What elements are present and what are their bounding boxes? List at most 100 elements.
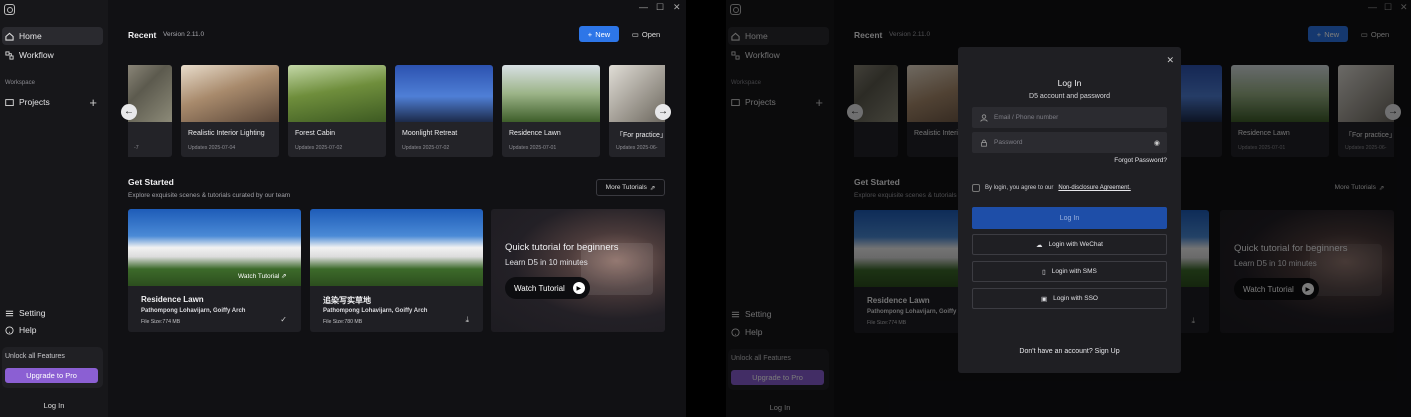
- login-sms-label: Login with SMS: [1051, 268, 1097, 275]
- plus-icon: +: [587, 29, 593, 39]
- password-field[interactable]: ◉: [972, 132, 1167, 153]
- watch-tutorial-label: Watch Tutorial: [514, 283, 565, 293]
- signup-link[interactable]: Don't have an account? Sign Up: [958, 348, 1181, 355]
- phone-icon: ▯: [1042, 268, 1046, 276]
- play-icon: ▶: [572, 282, 585, 294]
- sidebar-item-home[interactable]: Home: [2, 27, 103, 45]
- watch-tutorial-button[interactable]: Watch Tutorial ▶: [505, 277, 590, 299]
- folder-icon: [5, 98, 14, 107]
- scene-thumbnail: [395, 65, 493, 122]
- card-updated: Updates 2025-07-04: [188, 145, 236, 151]
- card-title: Moonlight Retreat: [402, 130, 458, 137]
- new-label: New: [595, 29, 611, 39]
- download-icon[interactable]: ⤓: [465, 315, 469, 325]
- login-submit-button[interactable]: Log In: [972, 207, 1167, 229]
- agreement-row: By login, you agree to our Non-disclosur…: [972, 184, 1131, 192]
- new-button[interactable]: +New: [579, 26, 619, 42]
- agree-checkbox[interactable]: [972, 184, 980, 192]
- carousel-next-icon[interactable]: →: [655, 104, 671, 120]
- id-badge-icon: ▣: [1041, 295, 1048, 303]
- app-logo-icon: [4, 4, 15, 15]
- workspace-label: Workspace: [5, 80, 35, 86]
- external-link-icon: ⇗: [281, 273, 287, 280]
- email-input[interactable]: [994, 114, 1144, 121]
- card-updated: Updates 2025-07-02: [295, 145, 343, 151]
- tutorial-authors: Pathompong Lohavijarn, Goiffy Arch: [141, 308, 246, 314]
- help-icon: [5, 325, 14, 335]
- dialog-subtitle: D5 account and password: [1029, 93, 1110, 100]
- tutorial-title: Residence Lawn: [141, 295, 204, 304]
- sidebar-item-setting[interactable]: Setting: [2, 304, 103, 322]
- carousel-prev-icon[interactable]: ←: [121, 104, 137, 120]
- recent-card[interactable]: Forest Cabin Updates 2025-07-02: [288, 65, 386, 157]
- get-started-subtitle: Explore exquisite scenes & tutorials cur…: [128, 192, 291, 199]
- check-circle-icon: ✓: [280, 315, 287, 324]
- show-password-icon[interactable]: ◉: [1154, 139, 1160, 147]
- watch-tutorial-label: Watch Tutorial: [238, 273, 280, 280]
- tutorial-file-size: File Size:780 MB: [323, 319, 363, 325]
- open-label: Open: [641, 29, 661, 39]
- scene-thumbnail: [502, 65, 600, 122]
- settings-icon: [5, 309, 14, 318]
- sidebar-item-label: Projects: [19, 97, 50, 107]
- quick-tutorial-card[interactable]: Quick tutorial for beginners Learn D5 in…: [491, 209, 665, 332]
- sidebar-item-projects[interactable]: Projects +: [2, 93, 103, 111]
- quick-tutorial-title: Quick tutorial for beginners: [505, 242, 619, 253]
- upgrade-button[interactable]: Upgrade to Pro: [5, 368, 98, 383]
- scene-thumbnail: [310, 209, 483, 286]
- get-started-title: Get Started: [128, 177, 174, 187]
- sidebar-item-help[interactable]: Help: [2, 321, 103, 339]
- login-sms-button[interactable]: ▯ Login with SMS: [972, 261, 1167, 282]
- login-wechat-button[interactable]: ☁ Login with WeChat: [972, 234, 1167, 255]
- login-sso-label: Login with SSO: [1053, 295, 1098, 302]
- card-title: Residence Lawn: [509, 130, 561, 137]
- wechat-icon: ☁: [1036, 241, 1043, 249]
- login-sso-button[interactable]: ▣ Login with SSO: [972, 288, 1167, 309]
- tutorial-file-size: File Size:774 MB: [141, 319, 181, 325]
- tutorial-title: 追染写实草地: [323, 296, 371, 305]
- dialog-title: Log In: [1057, 78, 1082, 88]
- agreement-text: By login, you agree to our: [985, 185, 1054, 191]
- recent-card[interactable]: Moonlight Retreat Updates 2025-07-02: [395, 65, 493, 157]
- scene-thumbnail: [181, 65, 279, 122]
- close-dialog-icon[interactable]: ✕: [1166, 55, 1174, 66]
- more-tutorials-button[interactable]: More Tutorials⇗: [596, 179, 665, 196]
- tutorial-card[interactable]: Watch Tutorial ⇗ Residence Lawn Pathompo…: [128, 209, 301, 332]
- sidebar-login-button[interactable]: Log In: [0, 401, 108, 410]
- password-input[interactable]: [994, 139, 1144, 146]
- recent-title: Recent: [128, 30, 157, 40]
- sidebar-item-label: Home: [19, 31, 42, 41]
- login-dialog: ✕ Log In D5 account and password ◉ Forgo…: [958, 47, 1181, 373]
- sidebar-item-workflow[interactable]: Workflow: [2, 46, 103, 64]
- forgot-password-link[interactable]: Forgot Password?: [1114, 157, 1167, 164]
- version-label: Version 2.11.0: [163, 31, 205, 38]
- more-tutorials-label: More Tutorials: [605, 184, 647, 191]
- card-title: Realistic Interior Lighting: [188, 130, 265, 137]
- folder-open-icon: ▭: [631, 29, 639, 39]
- open-button[interactable]: ▭Open: [626, 26, 666, 42]
- email-field[interactable]: [972, 107, 1167, 128]
- app-window-home: Home Workflow Workspace Projects + Setti…: [0, 0, 686, 417]
- app-window-login: Home Workflow Workspace Projects + Setti…: [726, 0, 1411, 417]
- sidebar-item-label: Workflow: [19, 50, 54, 60]
- tutorial-card[interactable]: 追染写实草地 Pathompong Lohavijarn, Goiffy Arc…: [310, 209, 483, 332]
- main-content: Recent Version 2.11.0 + New ▭ Open -7 Real…: [108, 0, 686, 417]
- recent-card[interactable]: Residence Lawn Updates 2025-07-01: [502, 65, 600, 157]
- card-updated: Updates 2025-07-01: [509, 145, 557, 151]
- card-updated: Updates 2025-06-: [616, 145, 658, 151]
- quick-tutorial-subtitle: Learn D5 in 10 minutes: [505, 258, 588, 267]
- external-link-icon: ⇗: [649, 184, 656, 192]
- recent-card[interactable]: Realistic Interior Lighting Updates 2025…: [181, 65, 279, 157]
- scene-thumbnail: [288, 65, 386, 122]
- sidebar-item-label: Help: [19, 325, 37, 335]
- tutorial-authors: Pathompong Lohavijarn, Goiffy Arch: [323, 308, 428, 314]
- watch-tutorial-link[interactable]: Watch Tutorial ⇗: [238, 272, 287, 280]
- add-project-icon[interactable]: +: [89, 96, 97, 109]
- card-title: Forest Cabin: [295, 130, 336, 137]
- card-updated: -7: [134, 145, 139, 151]
- nda-link[interactable]: Non-disclosure Agreement.: [1058, 185, 1130, 191]
- workflow-icon: [5, 50, 14, 60]
- upgrade-panel: Unlock all Features Upgrade to Pro: [2, 347, 103, 388]
- sidebar: Home Workflow Workspace Projects + Setti…: [0, 0, 108, 417]
- sidebar-item-label: Setting: [19, 308, 46, 318]
